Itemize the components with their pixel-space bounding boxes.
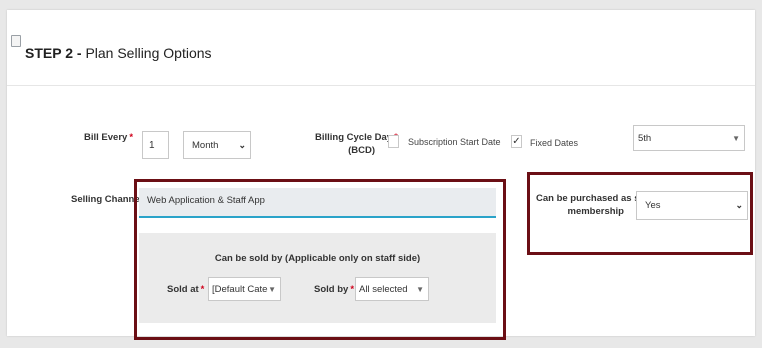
billing-cycle-label: Billing Cycle Day* (BCD) xyxy=(315,131,398,157)
billing-cycle-label-line2: (BCD) xyxy=(348,145,375,156)
broken-image-icon xyxy=(11,35,21,47)
subscription-start-date-label: Subscription Start Date xyxy=(408,137,501,147)
chevron-down-icon: ⌄ xyxy=(238,139,246,150)
page-title: STEP 2 - Plan Selling Options xyxy=(25,45,212,61)
divider xyxy=(7,85,755,86)
required-marker: * xyxy=(129,132,134,143)
bill-every-unit-select[interactable]: Month ⌄ xyxy=(183,131,251,159)
step-title-text: Plan Selling Options xyxy=(85,45,212,61)
step-label: STEP 2 - xyxy=(25,45,82,61)
caret-down-icon: ▼ xyxy=(732,133,740,143)
subscription-start-date-checkbox[interactable] xyxy=(388,135,399,148)
fixed-dates-checkbox[interactable]: ✓ xyxy=(511,135,522,148)
single-membership-highlight-box xyxy=(527,172,753,255)
bill-every-unit-value: Month xyxy=(192,139,219,151)
bill-every-value: 1 xyxy=(149,139,155,151)
billing-cycle-label-line1: Billing Cycle Day xyxy=(315,132,393,143)
bill-every-label-text: Bill Every xyxy=(84,132,128,143)
fixed-dates-label: Fixed Dates xyxy=(530,138,579,148)
bill-every-label: Bill Every * xyxy=(84,131,133,144)
selling-channel-highlight-box xyxy=(134,179,506,340)
billing-day-value: 5th xyxy=(638,132,652,144)
billing-day-select[interactable]: 5th ▼ xyxy=(633,125,745,151)
checkmark-icon: ✓ xyxy=(512,136,521,147)
bill-every-input[interactable]: 1 xyxy=(142,131,169,159)
selling-channel-label-text: Selling Channel xyxy=(71,194,143,205)
